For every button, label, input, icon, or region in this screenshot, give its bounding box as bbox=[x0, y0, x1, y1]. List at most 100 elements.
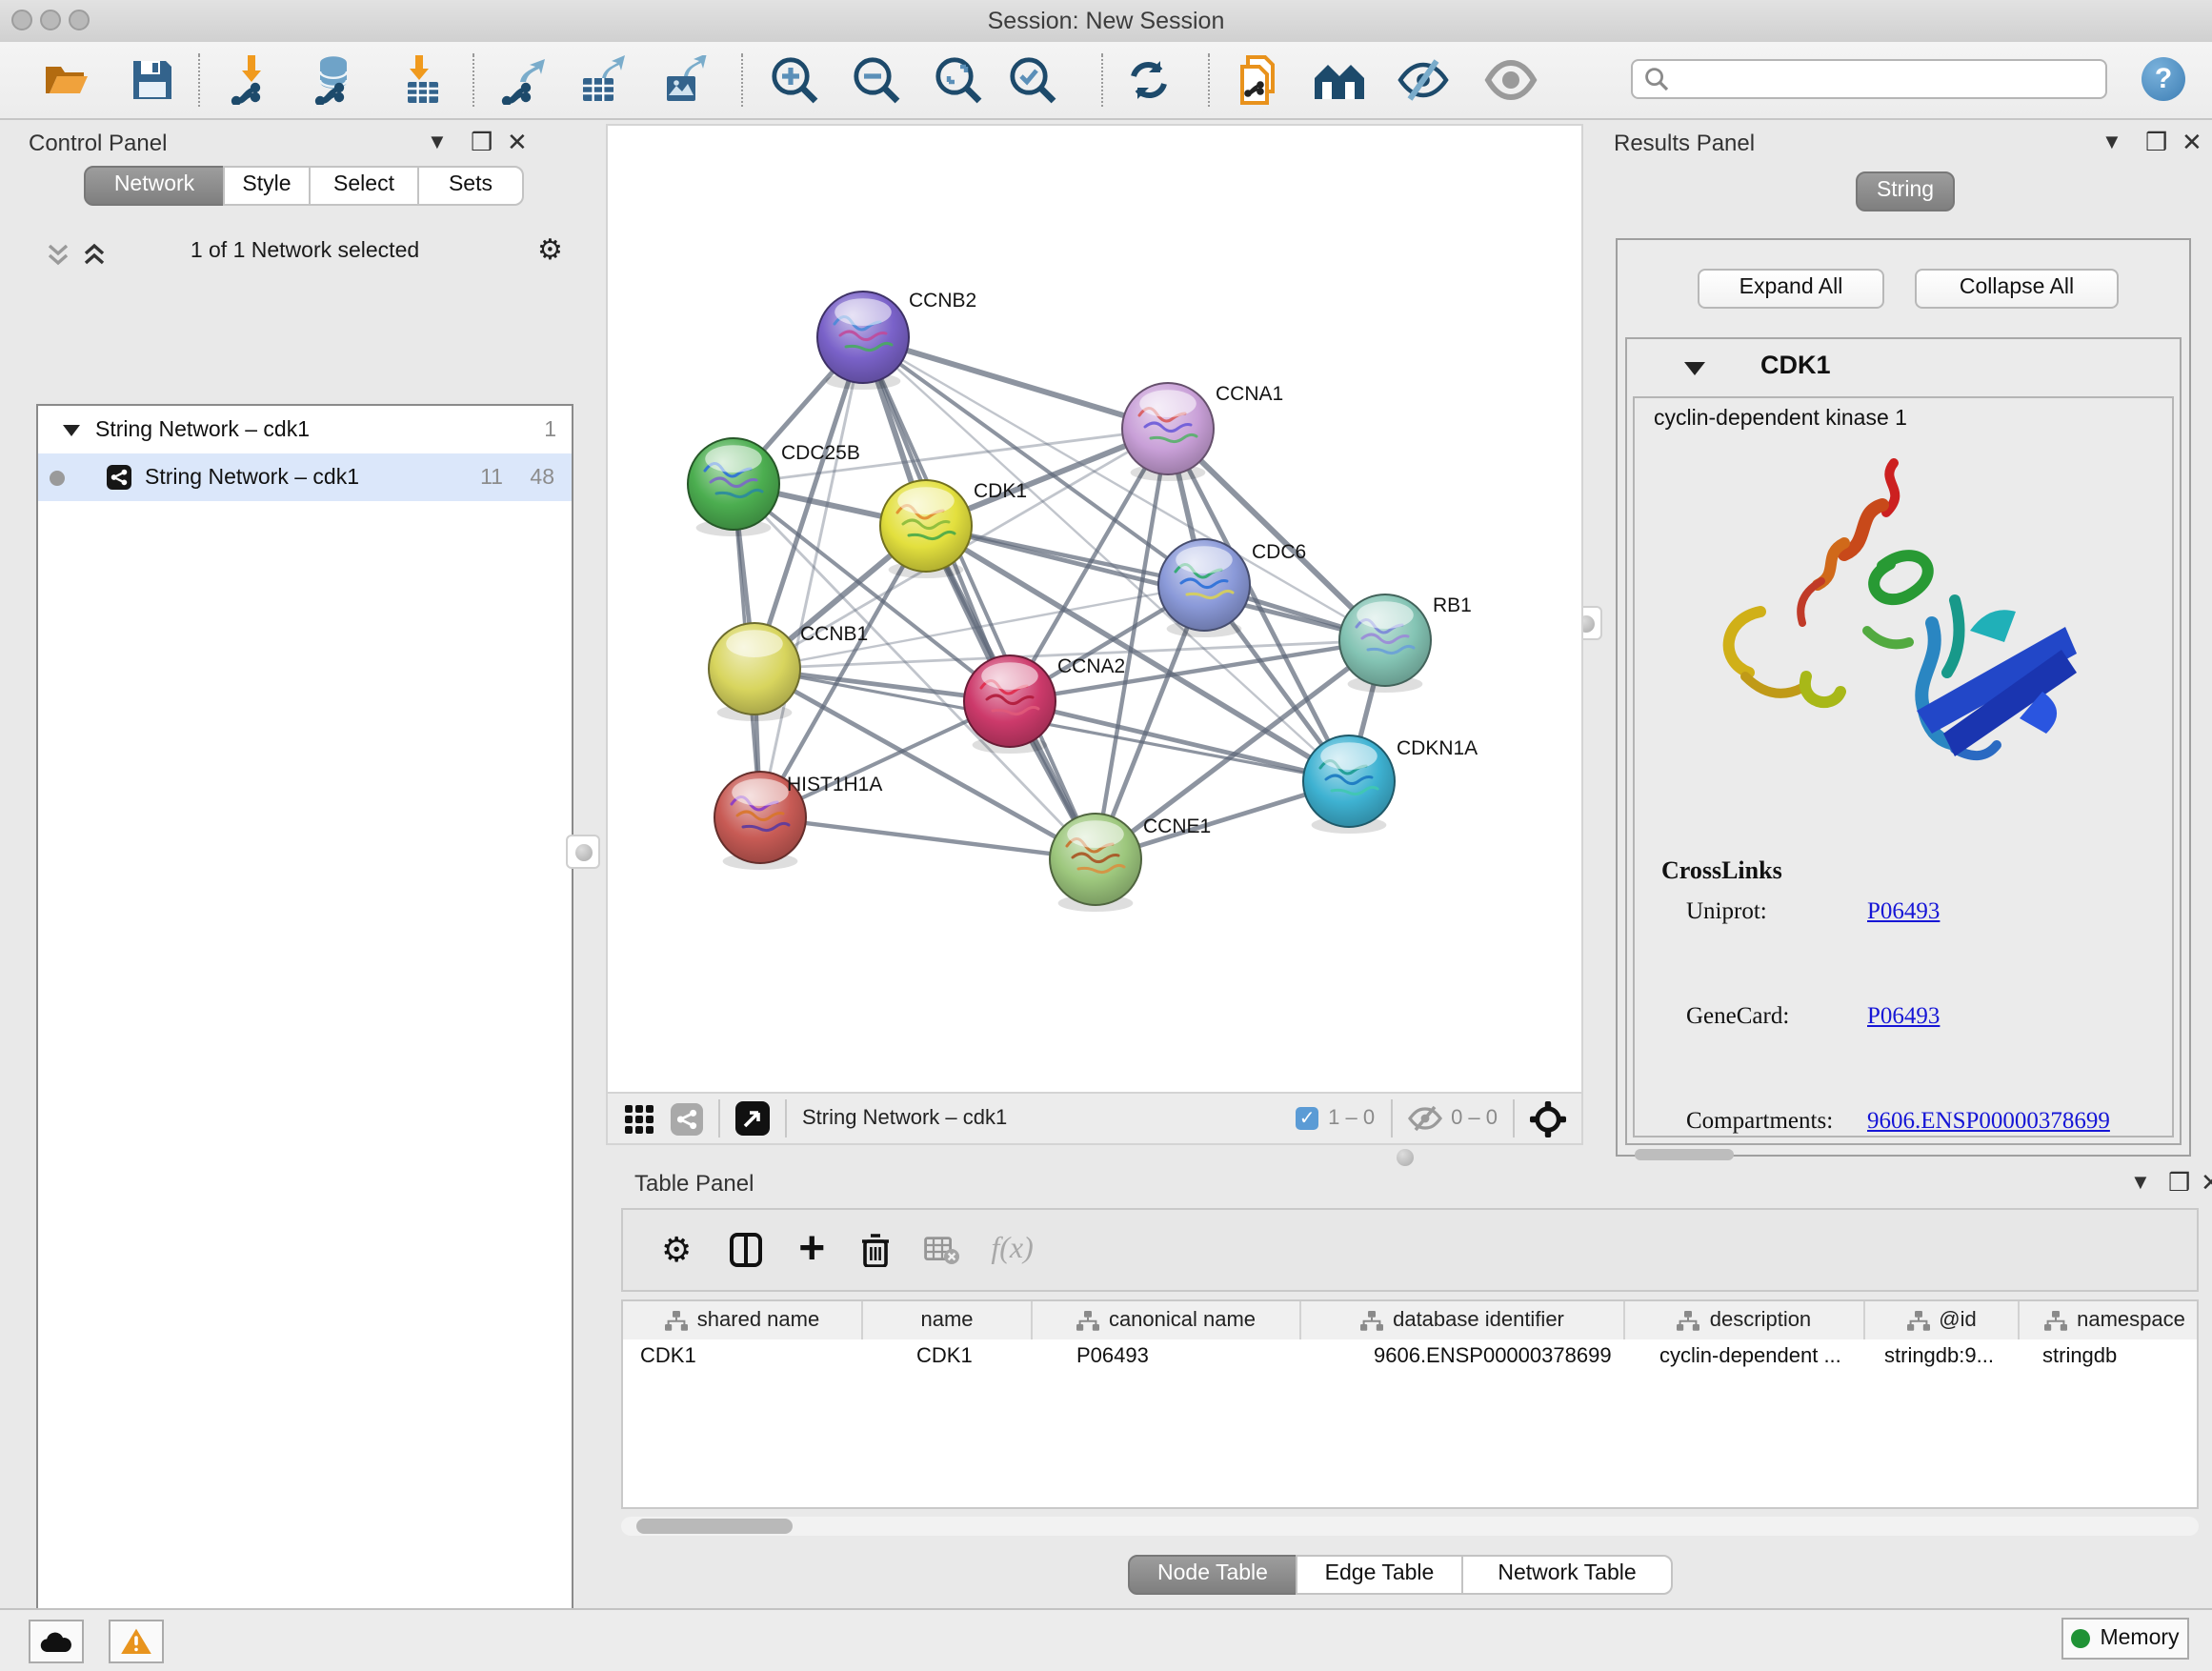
show-columns-icon[interactable] bbox=[730, 1233, 762, 1267]
open-folder-icon bbox=[44, 61, 90, 99]
export-table-button[interactable] bbox=[577, 55, 627, 105]
table-settings-gear-icon[interactable]: ⚙ bbox=[661, 1233, 692, 1267]
column-header[interactable]: shared name bbox=[623, 1301, 863, 1339]
network-node-label-CDC25B: CDC25B bbox=[781, 442, 860, 464]
network-edge-CCNB2-CCNA1[interactable] bbox=[863, 337, 1168, 429]
scrollbar-thumb[interactable] bbox=[636, 1519, 793, 1534]
save-session-button[interactable] bbox=[128, 55, 177, 105]
warning-triangle-icon bbox=[120, 1627, 152, 1656]
tree-expand-caret-icon[interactable] bbox=[63, 422, 80, 437]
panel-close-icon[interactable]: ✕ bbox=[507, 130, 528, 154]
zoom-in-button[interactable] bbox=[770, 55, 819, 105]
tab-select[interactable]: Select bbox=[309, 166, 419, 206]
gene-description: cyclin-dependent kinase 1 bbox=[1654, 408, 1907, 431]
tab-style[interactable]: Style bbox=[223, 166, 311, 206]
network-graph[interactable]: CCNB2CCNA1CDC25BCDK1CDC6RB1CCNB1CCNA2CDK… bbox=[608, 126, 1581, 1092]
zoom-fit-content-button[interactable] bbox=[934, 55, 983, 105]
panel-close-icon[interactable]: ✕ bbox=[2182, 130, 2202, 154]
tab-network[interactable]: Network bbox=[84, 166, 225, 206]
panel-menu-caret-icon[interactable]: ▼ bbox=[2130, 1174, 2151, 1195]
home-layout-button[interactable] bbox=[1315, 55, 1364, 105]
delete-column-trash-icon[interactable] bbox=[861, 1233, 890, 1267]
column-header[interactable]: name bbox=[863, 1301, 1033, 1339]
cdk1-section-header[interactable]: CDK1 bbox=[1627, 339, 2180, 396]
column-header[interactable]: namespace bbox=[2020, 1301, 2199, 1339]
add-column-plus-icon[interactable]: + bbox=[798, 1234, 825, 1266]
warning-button[interactable] bbox=[109, 1620, 164, 1663]
import-table-button[interactable] bbox=[398, 55, 448, 105]
help-button[interactable]: ? bbox=[2142, 57, 2185, 101]
left-splitter-handle[interactable] bbox=[566, 835, 600, 869]
column-header[interactable]: description bbox=[1625, 1301, 1865, 1339]
import-network-button[interactable] bbox=[229, 55, 278, 105]
network-node-label-CDK1: CDK1 bbox=[974, 480, 1027, 502]
panel-close-icon[interactable]: ✕ bbox=[2201, 1170, 2212, 1195]
memory-button[interactable]: Memory bbox=[2061, 1618, 2189, 1660]
panel-float-icon[interactable]: ❒ bbox=[2168, 1170, 2190, 1195]
cdk1-section: CDK1 cyclin-dependent kinase 1 bbox=[1625, 337, 2182, 1145]
birds-eye-grid-icon[interactable] bbox=[625, 1104, 654, 1133]
tab-edge-table[interactable]: Edge Table bbox=[1296, 1555, 1463, 1595]
delete-table-icon[interactable] bbox=[924, 1236, 960, 1264]
network-edge-CCNB2-HIST1H1A[interactable] bbox=[760, 337, 863, 817]
network-collection-row[interactable]: String Network – cdk1 1 bbox=[38, 406, 572, 453]
import-network-from-database-button[interactable] bbox=[309, 55, 358, 105]
edge-count: 48 bbox=[530, 466, 554, 489]
collapse-all-button[interactable]: Collapse All bbox=[1915, 269, 2119, 309]
network-canvas[interactable]: CCNB2CCNA1CDC25BCDK1CDC6RB1CCNB1CCNA2CDK… bbox=[606, 124, 1583, 1094]
network-node-label-CCNB1: CCNB1 bbox=[800, 623, 868, 645]
tab-string[interactable]: String bbox=[1856, 171, 1955, 211]
tab-node-table[interactable]: Node Table bbox=[1128, 1555, 1297, 1595]
panel-float-icon[interactable]: ❒ bbox=[2145, 130, 2167, 154]
network-node-label-CCNE1: CCNE1 bbox=[1143, 815, 1211, 837]
import-table-icon bbox=[402, 55, 444, 105]
protein-structure-image[interactable] bbox=[1669, 448, 2126, 829]
network-node-label-RB1: RB1 bbox=[1433, 594, 1472, 616]
table-horizontal-scrollbar[interactable] bbox=[621, 1517, 2199, 1536]
fit-selected-crosshair-icon[interactable] bbox=[1530, 1100, 1566, 1137]
network-options-gear-icon[interactable]: ⚙ bbox=[537, 236, 563, 265]
network-row-selected[interactable]: String Network – cdk1 11 48 bbox=[38, 453, 572, 501]
crosslink-link[interactable]: P06493 bbox=[1867, 897, 1940, 926]
tab-network-table[interactable]: Network Table bbox=[1461, 1555, 1673, 1595]
column-header[interactable]: canonical name bbox=[1033, 1301, 1301, 1339]
zoom-selected-button[interactable] bbox=[1008, 55, 1057, 105]
open-in-new-window-icon[interactable] bbox=[735, 1101, 770, 1136]
bottom-status-bar: Memory bbox=[0, 1608, 2212, 1671]
hidden-count: 0 – 0 bbox=[1451, 1107, 1498, 1130]
panel-menu-caret-icon[interactable]: ▼ bbox=[427, 133, 448, 154]
network-edge-CCNB2-CCNE1[interactable] bbox=[863, 337, 1096, 859]
crosslink-link[interactable]: 9606.ENSP00000378699 bbox=[1867, 1107, 2110, 1136]
search-input[interactable] bbox=[1677, 66, 2105, 92]
crosslink-link[interactable]: P06493 bbox=[1867, 1002, 1940, 1031]
clone-network-button[interactable] bbox=[1235, 55, 1284, 105]
section-scrollbar-thumb[interactable] bbox=[1635, 1149, 1734, 1160]
open-session-button[interactable] bbox=[42, 55, 91, 105]
hide-unselected-button[interactable] bbox=[1398, 55, 1448, 105]
table-row[interactable]: CDK1 CDK1 P06493 9606.ENSP00000378699 cy… bbox=[623, 1339, 2197, 1368]
export-network-button[interactable] bbox=[499, 55, 549, 105]
hidden-eye-slash-icon[interactable] bbox=[1407, 1105, 1441, 1132]
export-image-button[interactable] bbox=[659, 55, 709, 105]
collapse-all-networks-icon[interactable] bbox=[46, 242, 70, 267]
function-builder-fx-icon[interactable]: f(x) bbox=[991, 1233, 1033, 1267]
column-header[interactable]: @id bbox=[1865, 1301, 2020, 1339]
column-header[interactable]: database identifier bbox=[1301, 1301, 1625, 1339]
panel-float-icon[interactable]: ❒ bbox=[471, 130, 493, 154]
zoom-selected-icon bbox=[1008, 55, 1057, 105]
cloud-button[interactable] bbox=[29, 1620, 84, 1663]
share-view-icon[interactable] bbox=[671, 1102, 703, 1135]
network-view-title: String Network – cdk1 bbox=[802, 1107, 1007, 1130]
show-all-button[interactable] bbox=[1486, 55, 1536, 105]
zoom-out-button[interactable] bbox=[852, 55, 901, 105]
panel-menu-caret-icon[interactable]: ▼ bbox=[2101, 133, 2122, 154]
results-panel: Results Panel ▼ ❒ ✕ String Expand All Co… bbox=[1591, 124, 2212, 1166]
expand-all-networks-icon[interactable] bbox=[82, 242, 107, 267]
selected-checkbox-icon[interactable]: ✓ bbox=[1296, 1107, 1318, 1130]
expand-all-button[interactable]: Expand All bbox=[1698, 269, 1884, 309]
section-collapse-caret-icon[interactable] bbox=[1684, 360, 1705, 377]
tab-sets[interactable]: Sets bbox=[417, 166, 524, 206]
homes-icon bbox=[1313, 59, 1366, 101]
network-edge-HIST1H1A-CCNE1[interactable] bbox=[760, 817, 1096, 859]
refresh-view-button[interactable] bbox=[1124, 55, 1174, 105]
